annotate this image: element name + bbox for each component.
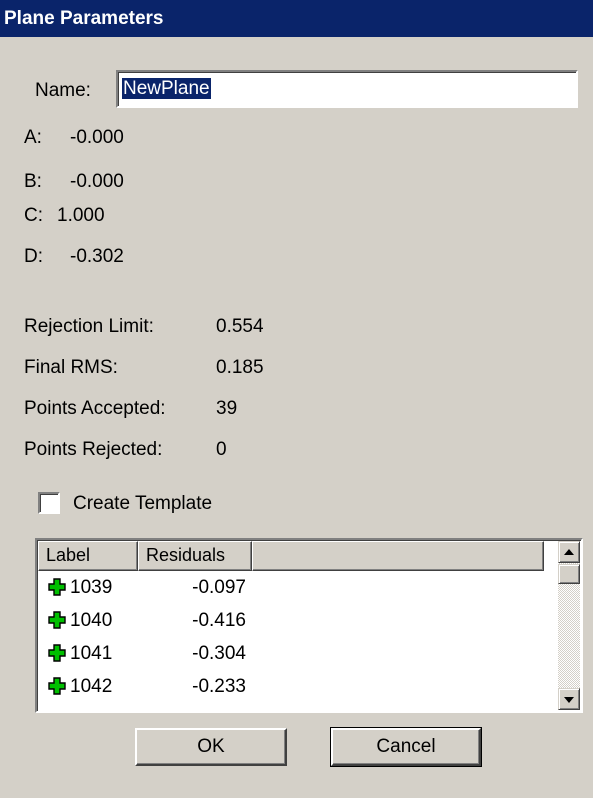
row-label: 1042	[70, 676, 113, 697]
coef-a-label: A:	[24, 127, 42, 148]
title-bar[interactable]: Plane Parameters	[0, 0, 593, 37]
list-header: Label Residuals	[38, 541, 544, 571]
list-item[interactable]: 1042 -0.233	[40, 670, 540, 703]
residuals-list[interactable]: Label Residuals 1039 -0.097 1040 -0.416 …	[35, 538, 583, 713]
final-rms-label: Final RMS:	[24, 357, 118, 378]
name-input-value: NewPlane	[122, 78, 211, 99]
name-label: Name:	[35, 80, 91, 101]
points-rejected-value: 0	[216, 439, 227, 460]
coef-d-value: -0.302	[70, 246, 124, 267]
arrow-up-icon	[564, 549, 574, 555]
list-item[interactable]: 1040 -0.416	[40, 604, 540, 637]
row-residual: -0.304	[192, 643, 246, 664]
list-item[interactable]: 1039 -0.097	[40, 571, 540, 604]
scroll-up-button[interactable]	[558, 541, 580, 563]
list-item[interactable]: 1041 -0.304	[40, 637, 540, 670]
plus-icon	[48, 611, 66, 629]
coef-c-label: C:	[24, 205, 43, 226]
rejection-limit-value: 0.554	[216, 316, 264, 337]
row-residual: -0.233	[192, 676, 246, 697]
row-residual: -0.097	[192, 577, 246, 598]
points-rejected-label: Points Rejected:	[24, 439, 163, 460]
row-label: 1040	[70, 610, 113, 631]
column-header-label[interactable]: Label	[38, 541, 138, 571]
vertical-scrollbar[interactable]	[558, 541, 580, 710]
row-residual: -0.416	[192, 610, 246, 631]
row-label: 1039	[70, 577, 113, 598]
plus-icon	[48, 578, 66, 596]
coef-b-value: -0.000	[70, 171, 124, 192]
coef-a-value: -0.000	[70, 127, 124, 148]
points-accepted-value: 39	[216, 398, 238, 419]
ok-button[interactable]: OK	[135, 728, 287, 766]
rejection-limit-label: Rejection Limit:	[24, 316, 154, 337]
plus-icon	[48, 644, 66, 662]
coef-b-label: B:	[24, 171, 42, 192]
name-input[interactable]: NewPlane	[116, 70, 578, 108]
create-template-label[interactable]: Create Template	[73, 493, 212, 515]
column-header-residuals[interactable]: Residuals	[138, 541, 252, 571]
points-accepted-label: Points Accepted:	[24, 398, 166, 419]
coef-d-label: D:	[24, 246, 43, 267]
row-label: 1041	[70, 643, 113, 664]
plane-parameters-dialog: Plane Parameters Name: NewPlane A: -0.00…	[0, 0, 593, 798]
final-rms-value: 0.185	[216, 357, 264, 378]
cancel-button[interactable]: Cancel	[330, 727, 482, 767]
column-header-blank	[252, 541, 544, 571]
coef-c-value: 1.000	[57, 205, 105, 226]
plus-icon	[48, 677, 66, 695]
create-template-checkbox[interactable]	[38, 492, 60, 514]
scroll-down-button[interactable]	[558, 688, 580, 710]
scroll-thumb[interactable]	[558, 564, 580, 584]
arrow-down-icon	[564, 697, 574, 703]
